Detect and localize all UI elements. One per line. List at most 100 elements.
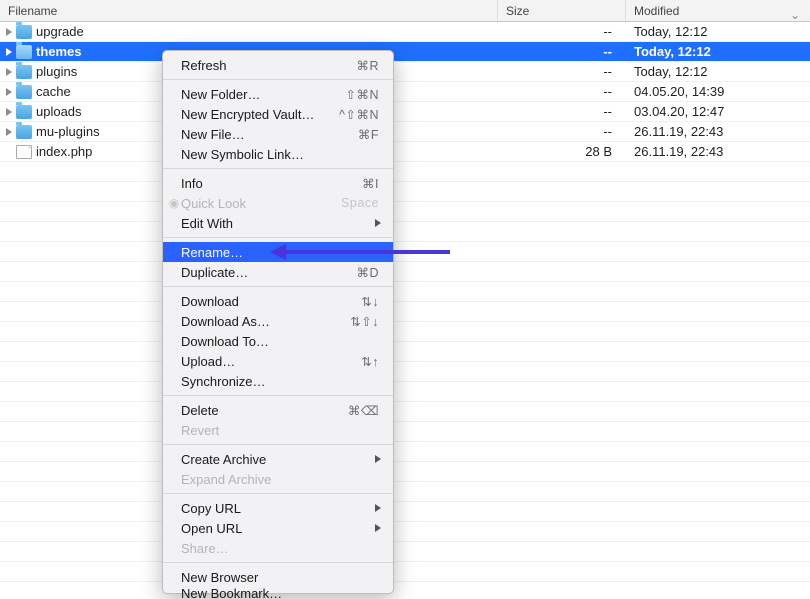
file-modified-label: 26.11.19, 22:43 (626, 142, 810, 161)
file-icon (16, 145, 32, 159)
menu-item-edit-with[interactable]: Edit With (163, 213, 393, 233)
file-size-label: -- (498, 122, 626, 141)
column-header-modified[interactable]: Modified ⌄ (626, 0, 810, 21)
menu-item-duplicate[interactable]: Duplicate…⌘D (163, 262, 393, 282)
file-row-uploads[interactable]: uploads--03.04.20, 12:47 (0, 102, 810, 122)
empty-row (0, 182, 810, 202)
file-size-label: -- (498, 62, 626, 81)
disclosure-triangle-icon[interactable] (6, 28, 12, 36)
menu-item-copy-url[interactable]: Copy URL (163, 498, 393, 518)
empty-row (0, 242, 810, 262)
disclosure-triangle-icon[interactable] (6, 88, 12, 96)
menu-item-label: Delete (181, 403, 348, 418)
menu-item-new-bookmark[interactable]: New Bookmark… (163, 587, 393, 599)
file-name-label: mu-plugins (36, 122, 100, 142)
menu-separator (163, 444, 393, 445)
menu-item-label: Download (181, 294, 361, 309)
column-header-size[interactable]: Size (498, 0, 626, 21)
file-size-label: -- (498, 42, 626, 61)
file-row-themes[interactable]: themes--Today, 12:12 (0, 42, 810, 62)
menu-item-label: Info (181, 176, 362, 191)
disclosure-triangle-icon[interactable] (6, 48, 12, 56)
menu-item-shortcut: ⌘F (358, 127, 379, 142)
menu-item-new-symbolic-link[interactable]: New Symbolic Link… (163, 144, 393, 164)
menu-item-refresh[interactable]: Refresh⌘R (163, 55, 393, 75)
disclosure-triangle-icon[interactable] (6, 108, 12, 116)
file-size-label: -- (498, 82, 626, 101)
menu-item-label: Duplicate… (181, 265, 356, 280)
menu-item-label: Create Archive (181, 452, 379, 467)
menu-item-download[interactable]: Download⇅↓ (163, 291, 393, 311)
disclosure-triangle-icon[interactable] (6, 68, 12, 76)
menu-item-shortcut: ⇅↓ (361, 294, 379, 309)
file-name-label: themes (36, 42, 82, 62)
menu-item-label: New Browser (181, 570, 379, 585)
file-row-upgrade[interactable]: upgrade--Today, 12:12 (0, 22, 810, 42)
file-modified-label: 03.04.20, 12:47 (626, 102, 810, 121)
file-modified-label: Today, 12:12 (626, 62, 810, 81)
disclosure-triangle-icon[interactable] (6, 128, 12, 136)
menu-item-download-as[interactable]: Download As…⇅⇧↓ (163, 311, 393, 331)
empty-row (0, 282, 810, 302)
empty-row (0, 522, 810, 542)
folder-icon (16, 125, 32, 139)
menu-item-open-url[interactable]: Open URL (163, 518, 393, 538)
quicklook-eye-icon: ◉ (167, 196, 181, 210)
file-row-cache[interactable]: cache--04.05.20, 14:39 (0, 82, 810, 102)
empty-row (0, 462, 810, 482)
empty-row (0, 162, 810, 182)
menu-separator (163, 395, 393, 396)
menu-item-shortcut: ⇅⇧↓ (350, 314, 379, 329)
menu-item-new-file[interactable]: New File…⌘F (163, 124, 393, 144)
file-row-plugins[interactable]: plugins --Today, 12:12 (0, 62, 810, 82)
menu-item-label: Upload… (181, 354, 361, 369)
menu-item-create-archive[interactable]: Create Archive (163, 449, 393, 469)
column-header-modified-label: Modified (634, 4, 679, 18)
file-size-label: 28 B (498, 142, 626, 161)
menu-item-new-encrypted-vault[interactable]: New Encrypted Vault…^⇧⌘N (163, 104, 393, 124)
menu-item-rename[interactable]: Rename… (163, 242, 393, 262)
context-menu: Refresh⌘R New Folder…⇧⌘NNew Encrypted Vau… (162, 50, 394, 594)
empty-row (0, 442, 810, 462)
empty-row (0, 562, 810, 582)
file-row-index-php[interactable]: index.php 28 B26.11.19, 22:43 (0, 142, 810, 162)
menu-item-new-browser[interactable]: New Browser (163, 567, 393, 587)
menu-item-expand-archive: Expand Archive (163, 469, 393, 489)
menu-item-info[interactable]: Info⌘I (163, 173, 393, 193)
menu-item-revert: Revert (163, 420, 393, 440)
menu-item-shortcut: ⇅↑ (361, 354, 379, 369)
empty-row (0, 302, 810, 322)
menu-item-shortcut: ⌘R (356, 58, 379, 73)
file-modified-label: 26.11.19, 22:43 (626, 122, 810, 141)
file-name-label: uploads (36, 102, 82, 122)
empty-row (0, 482, 810, 502)
file-size-label: -- (498, 22, 626, 41)
menu-item-label: Expand Archive (181, 472, 379, 487)
menu-item-upload[interactable]: Upload…⇅↑ (163, 351, 393, 371)
menu-separator (163, 562, 393, 563)
menu-separator (163, 237, 393, 238)
file-name-label: plugins (36, 62, 77, 82)
folder-icon (16, 65, 32, 79)
file-name-label: upgrade (36, 22, 84, 42)
folder-icon (16, 25, 32, 39)
menu-item-label: Copy URL (181, 501, 379, 516)
menu-separator (163, 168, 393, 169)
menu-item-delete[interactable]: Delete⌘⌫ (163, 400, 393, 420)
empty-row (0, 322, 810, 342)
column-header-filename[interactable]: Filename (0, 0, 498, 21)
menu-item-download-to[interactable]: Download To… (163, 331, 393, 351)
menu-item-shortcut: ⌘D (356, 265, 379, 280)
column-header-row: Filename Size Modified ⌄ (0, 0, 810, 22)
file-modified-label: 04.05.20, 14:39 (626, 82, 810, 101)
menu-item-new-folder[interactable]: New Folder…⇧⌘N (163, 84, 393, 104)
empty-row (0, 422, 810, 442)
file-row-mu-plugins[interactable]: mu-plugins --26.11.19, 22:43 (0, 122, 810, 142)
menu-item-label: New Symbolic Link… (181, 147, 379, 162)
menu-item-shortcut: ^⇧⌘N (339, 107, 379, 122)
menu-item-label: New Folder… (181, 87, 345, 102)
empty-row (0, 262, 810, 282)
file-name-label: index.php (36, 142, 92, 162)
empty-row (0, 542, 810, 562)
menu-item-synchronize[interactable]: Synchronize… (163, 371, 393, 391)
